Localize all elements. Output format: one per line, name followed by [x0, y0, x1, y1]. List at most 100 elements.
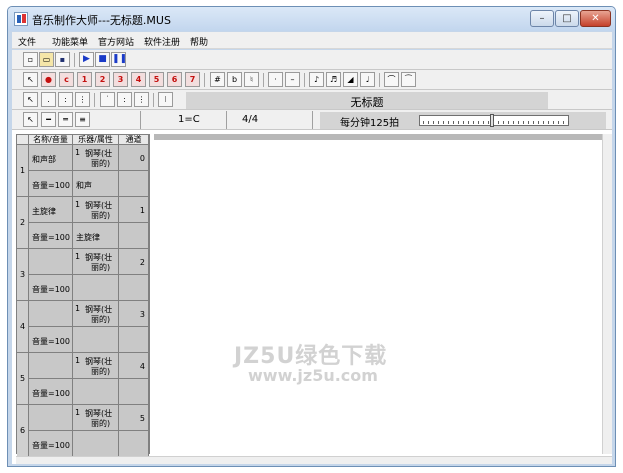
track-attribute-cell[interactable]: [73, 275, 119, 301]
track-name: 和声部: [32, 155, 56, 164]
key-signature[interactable]: 1=C: [178, 112, 200, 128]
time-signature[interactable]: 4/4: [242, 112, 258, 128]
sharp-button[interactable]: #: [210, 72, 225, 87]
instrument-number: 1: [75, 356, 81, 365]
track-instrument-cell[interactable]: 1 钢琴(壮 丽的): [73, 405, 119, 431]
menu-help[interactable]: 帮助: [190, 35, 208, 48]
octave-up2-icon[interactable]: :: [117, 92, 132, 107]
slider-tick: [553, 121, 554, 124]
note-1-button[interactable]: 1: [77, 72, 92, 87]
menu-register[interactable]: 软件注册: [144, 35, 180, 48]
slider-tick: [463, 121, 464, 124]
note-rest-button[interactable]: ●: [41, 72, 56, 87]
track-volume-cell[interactable]: 音量=100: [29, 379, 73, 405]
menu-file[interactable]: 文件: [18, 35, 36, 48]
track-attribute-cell[interactable]: [73, 327, 119, 353]
arpeggio-icon[interactable]: ♩: [360, 72, 375, 87]
track-instrument-cell[interactable]: 1 钢琴(壮 丽的): [73, 301, 119, 327]
track-instrument-cell[interactable]: 1 钢琴(壮 丽的): [73, 249, 119, 275]
octave-high-icon[interactable]: ⁝: [158, 92, 173, 107]
vertical-scrollbar[interactable]: [602, 134, 612, 454]
close-button[interactable]: ✕: [580, 10, 611, 27]
track-name-cell[interactable]: [29, 249, 73, 275]
track-channel-cell[interactable]: 3: [119, 301, 149, 327]
slider-tick: [473, 121, 474, 124]
horizontal-scrollbar[interactable]: [16, 456, 612, 464]
tempo-slider[interactable]: [419, 114, 569, 127]
open-folder-icon[interactable]: ▭: [39, 52, 54, 67]
slider-tick: [538, 121, 539, 124]
flat-button[interactable]: b: [227, 72, 242, 87]
track-volume-cell[interactable]: 音量=100: [29, 275, 73, 301]
track-attribute-cell[interactable]: [73, 431, 119, 457]
triplet-icon[interactable]: ♪: [309, 72, 324, 87]
track-channel-cell[interactable]: 0: [119, 145, 149, 171]
select-arrow-icon[interactable]: ↖: [23, 72, 38, 87]
track-volume: 音量=100: [32, 285, 70, 294]
underline-double-icon[interactable]: ═: [58, 112, 73, 127]
select-arrow-icon[interactable]: ↖: [23, 92, 38, 107]
crescendo-icon[interactable]: ◢: [343, 72, 358, 87]
octave-up3-icon[interactable]: ⋮: [134, 92, 149, 107]
track-volume-cell[interactable]: 音量=100: [29, 171, 73, 197]
dash-icon[interactable]: –: [285, 72, 300, 87]
duration-triple-dot-icon[interactable]: ⋮: [75, 92, 90, 107]
note-6-button[interactable]: 6: [167, 72, 182, 87]
note-c-button[interactable]: c: [59, 72, 74, 87]
pause-icon[interactable]: ❚❚: [111, 52, 127, 67]
select-arrow-icon[interactable]: ↖: [23, 112, 38, 127]
track-attribute-cell[interactable]: [73, 379, 119, 405]
score-area[interactable]: 名称/音量 乐器/属性 通道 1 和声部 音量=100 1 钢琴(壮 丽的) 和声 0 2 主旋律…: [12, 130, 612, 464]
octave-up-icon[interactable]: ˙: [100, 92, 115, 107]
track-instrument-cell[interactable]: 1 钢琴(壮 丽的): [73, 145, 119, 171]
menu-functions[interactable]: 功能菜单: [52, 35, 88, 48]
track-channel-cell[interactable]: 4: [119, 353, 149, 379]
track-name-cell[interactable]: [29, 301, 73, 327]
track-channel: 4: [139, 362, 145, 371]
track-volume-cell[interactable]: 音量=100: [29, 431, 73, 457]
note-2-button[interactable]: 2: [95, 72, 110, 87]
fermata-icon[interactable]: ⌒: [384, 72, 399, 87]
track-volume-cell[interactable]: 音量=100: [29, 327, 73, 353]
track-name-cell[interactable]: 和声部: [29, 145, 73, 171]
underline-triple-icon[interactable]: ≡: [75, 112, 90, 127]
track-instrument-cell[interactable]: 1 钢琴(壮 丽的): [73, 353, 119, 379]
note-7-button[interactable]: 7: [185, 72, 200, 87]
natural-button[interactable]: ♮: [244, 72, 259, 87]
note-5-button[interactable]: 5: [149, 72, 164, 87]
song-title-field[interactable]: 无标题: [186, 92, 548, 109]
underline-single-icon[interactable]: ━: [41, 112, 56, 127]
track-attribute-cell[interactable]: 主旋律: [73, 223, 119, 249]
menu-website[interactable]: 官方网站: [98, 35, 134, 48]
duration-double-dot-icon[interactable]: :: [58, 92, 73, 107]
track-channel-cell[interactable]: 1: [119, 197, 149, 223]
track-instrument-cell[interactable]: 1 钢琴(壮 丽的): [73, 197, 119, 223]
minimize-button[interactable]: –: [530, 10, 554, 27]
track-name-cell[interactable]: 主旋律: [29, 197, 73, 223]
note-4-button[interactable]: 4: [131, 72, 146, 87]
new-file-icon[interactable]: ▫: [23, 52, 38, 67]
track-name-cell[interactable]: [29, 353, 73, 379]
duration-toolbar: ↖ . : ⋮ ˙ : ⋮ ⁝ 无标题: [12, 90, 612, 110]
track-channel-cell[interactable]: 2: [119, 249, 149, 275]
play-icon[interactable]: ▶: [79, 52, 94, 67]
track-volume-cell[interactable]: 音量=100: [29, 223, 73, 249]
track-index: 6: [17, 405, 29, 457]
dot-icon[interactable]: ·: [268, 72, 283, 87]
track-attribute: 主旋律: [76, 233, 100, 242]
track-channel-cell[interactable]: 5: [119, 405, 149, 431]
app-window: 音乐制作大师---无标题.MUS – □ ✕ 文件 功能菜单 官方网站 软件注册…: [7, 6, 616, 467]
track-name-cell[interactable]: [29, 405, 73, 431]
save-disk-icon[interactable]: ▪: [55, 52, 70, 67]
instrument-number: 1: [75, 408, 81, 417]
grace-note-icon[interactable]: ♬: [326, 72, 341, 87]
track-index: 4: [17, 301, 29, 353]
slur-icon[interactable]: ⁀: [401, 72, 416, 87]
maximize-button[interactable]: □: [555, 10, 579, 27]
track-attribute-cell[interactable]: 和声: [73, 171, 119, 197]
stop-icon[interactable]: ■: [95, 52, 110, 67]
duration-dot-low-icon[interactable]: .: [41, 92, 56, 107]
note-3-button[interactable]: 3: [113, 72, 128, 87]
slider-tick: [458, 121, 459, 124]
title-bar[interactable]: 音乐制作大师---无标题.MUS – □ ✕: [8, 7, 615, 31]
